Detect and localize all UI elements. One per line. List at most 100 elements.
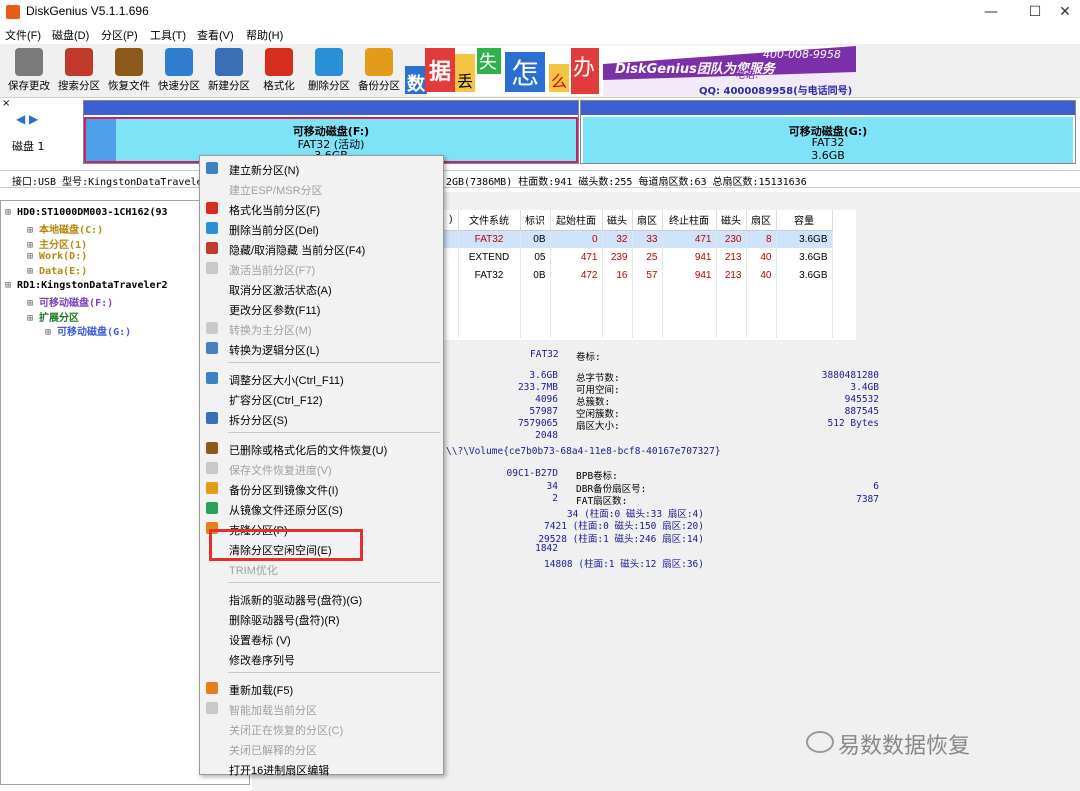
toolbar-button[interactable]: 格式化 <box>254 48 304 93</box>
tree-node[interactable]: ⊞ 可移动磁盘(F:) <box>27 294 113 309</box>
menu-item[interactable]: 调整分区大小(Ctrl_F11) <box>200 368 443 388</box>
column-header[interactable]: 文件系统 <box>458 210 521 231</box>
detail-value: 887545 <box>844 406 879 417</box>
table-cell-empty <box>444 284 459 302</box>
expand-icon[interactable]: ⊞ <box>27 225 39 236</box>
tree-node[interactable]: ⊞ 扩展分区 <box>27 309 79 324</box>
expand-icon[interactable]: ⊞ <box>5 207 17 218</box>
column-header[interactable]: ) <box>444 210 459 231</box>
menu-item[interactable]: 删除驱动器号(盘符)(R) <box>200 608 443 628</box>
toolbar-button[interactable]: 恢复文件 <box>104 48 154 93</box>
column-header[interactable]: 标识 <box>520 210 551 231</box>
toolbar-button[interactable]: 删除分区 <box>304 48 354 93</box>
menu-item-label: 激活当前分区(F7) <box>229 265 316 277</box>
menu-item[interactable]: 隐藏/取消隐藏 当前分区(F4) <box>200 238 443 258</box>
column-header[interactable]: 容量 <box>776 210 833 231</box>
menu-item-label: 已删除或格式化后的文件恢复(U) <box>229 445 388 457</box>
menu-item[interactable]: 取消分区激活状态(A) <box>200 278 443 298</box>
menu-item[interactable]: 重新加载(F5) <box>200 678 443 698</box>
menu-item[interactable]: 指派新的驱动器号(盘符)(G) <box>200 588 443 608</box>
column-header[interactable]: 扇区 <box>746 210 777 231</box>
table-cell: 05 <box>520 248 551 266</box>
banner-char: 丢 <box>457 72 474 91</box>
expand-icon[interactable]: ⊞ <box>27 266 39 277</box>
menu-item[interactable]: 转换为逻辑分区(L) <box>200 338 443 358</box>
toolbar-button[interactable]: 备份分区 <box>354 48 404 93</box>
table-cell-empty <box>662 284 717 302</box>
expand-icon[interactable]: ⊞ <box>5 280 17 291</box>
column-header[interactable]: 起始柱面 <box>550 210 603 231</box>
menu-item[interactable]: 格式化当前分区(F) <box>200 198 443 218</box>
window-title: DiskGenius V5.1.1.696 <box>26 4 149 18</box>
tree-node[interactable]: ⊞ 主分区(1) <box>27 236 87 251</box>
column-header[interactable]: 磁头 <box>602 210 633 231</box>
minimize-button[interactable]: — <box>968 0 1014 24</box>
menu-item[interactable]: 更改分区参数(F11) <box>200 298 443 318</box>
tree-node[interactable]: ⊞ Work(D:) <box>27 251 87 262</box>
expand-icon[interactable]: ⊞ <box>27 313 39 324</box>
toolbar-button[interactable]: 保存更改 <box>4 48 54 93</box>
detail-value: FAT32 <box>530 349 559 360</box>
tree-node[interactable]: ⊞ 可移动磁盘(G:) <box>45 323 131 338</box>
expand-icon[interactable]: ⊞ <box>45 327 57 338</box>
wechat-icon <box>806 731 834 753</box>
table-cell: 8 <box>746 230 777 248</box>
expand-icon[interactable]: ⊞ <box>27 240 39 251</box>
tree-node-label: 可移动磁盘(G:) <box>57 327 132 338</box>
menu-item[interactable]: 打开16进制扇区编辑 <box>200 758 443 778</box>
menu-item[interactable]: 修改卷序列号 <box>200 648 443 668</box>
table-cell: 25 <box>632 248 663 266</box>
menu-view[interactable]: 查看(V) <box>197 27 234 43</box>
column-header[interactable]: 磁头 <box>716 210 747 231</box>
close-panel-icon[interactable]: × <box>2 98 10 109</box>
table-row[interactable]: FAT32 0B 0 32 33 471 230 8 3.6GB <box>444 230 833 248</box>
menu-item[interactable]: 扩容分区(Ctrl_F12) <box>200 388 443 408</box>
ad-banner[interactable]: 数 据 丢 失 怎 么 办 DiskGenius团队为您服务 电话: 400-0… <box>403 46 856 96</box>
column-header[interactable]: 终止柱面 <box>662 210 717 231</box>
menu-disk[interactable]: 磁盘(D) <box>52 27 89 43</box>
menu-item[interactable]: 设置卷标 (V) <box>200 628 443 648</box>
menu-item[interactable]: 建立新分区(N) <box>200 158 443 178</box>
table-cell: 213 <box>716 266 747 284</box>
watermark-text: 易数数据恢复 <box>838 734 971 759</box>
table-cell: 472 <box>550 266 603 284</box>
tree-node[interactable]: ⊞ 本地磁盘(C:) <box>27 221 103 236</box>
menu-file[interactable]: 文件(F) <box>5 27 41 43</box>
partition-g-size: 3.6GB <box>811 149 845 162</box>
magnifier-icon <box>65 48 93 76</box>
menu-tools[interactable]: 工具(T) <box>150 27 186 43</box>
table-cell-empty <box>776 302 833 320</box>
table-cell: 3.6GB <box>776 248 833 266</box>
toolbar-button[interactable]: 搜索分区 <box>54 48 104 93</box>
disk-map: × ◀ ▶ 磁盘 1 可移动磁盘(F:) FAT32 (活动) 3.6GB 可移… <box>0 98 1080 170</box>
expand-icon[interactable]: ⊞ <box>27 251 39 262</box>
table-cell: 213 <box>716 248 747 266</box>
table-cell-empty <box>550 302 603 320</box>
menu-item[interactable]: 已删除或格式化后的文件恢复(U) <box>200 438 443 458</box>
partition-block-g[interactable]: 可移动磁盘(G:) FAT32 3.6GB <box>580 100 1076 164</box>
close-button[interactable]: ✕ <box>1042 0 1080 24</box>
menu-item[interactable]: 从镜像文件还原分区(S) <box>200 498 443 518</box>
detail-value: 3.6GB <box>529 370 558 381</box>
table-row[interactable]: EXTEND 05 471 239 25 941 213 40 3.6GB <box>444 248 833 266</box>
menu-item[interactable]: 拆分分区(S) <box>200 408 443 428</box>
menu-help[interactable]: 帮助(H) <box>246 27 283 43</box>
expand-icon[interactable]: ⊞ <box>27 298 39 309</box>
disk-nav-arrows[interactable]: ◀ ▶ <box>16 112 38 126</box>
table-row[interactable]: FAT32 0B 472 16 57 941 213 40 3.6GB <box>444 266 833 284</box>
toolbar-label: 快速分区 <box>158 80 200 92</box>
detail-value: 09C1-B27D <box>506 468 558 479</box>
toolbar-button[interactable]: 新建分区 <box>204 48 254 93</box>
tree-node[interactable]: ⊞ RD1:KingstonDataTraveler2 <box>5 280 168 291</box>
tree-node[interactable]: ⊞ HD0:ST1000DM003-1CH162(93 <box>5 207 168 218</box>
trash-icon <box>315 48 343 76</box>
menu-item[interactable]: 备份分区到镜像文件(I) <box>200 478 443 498</box>
menu-item[interactable]: 删除当前分区(Del) <box>200 218 443 238</box>
tree-node[interactable]: ⊞ Data(E:) <box>27 266 87 277</box>
toolbar-button[interactable]: 快速分区 <box>154 48 204 93</box>
menu-partition[interactable]: 分区(P) <box>101 27 138 43</box>
column-header[interactable]: 扇区 <box>632 210 663 231</box>
menu-item-label: 建立新分区(N) <box>229 165 300 177</box>
partition-g-fs: FAT32 <box>811 136 845 149</box>
highlight-box <box>209 529 363 561</box>
